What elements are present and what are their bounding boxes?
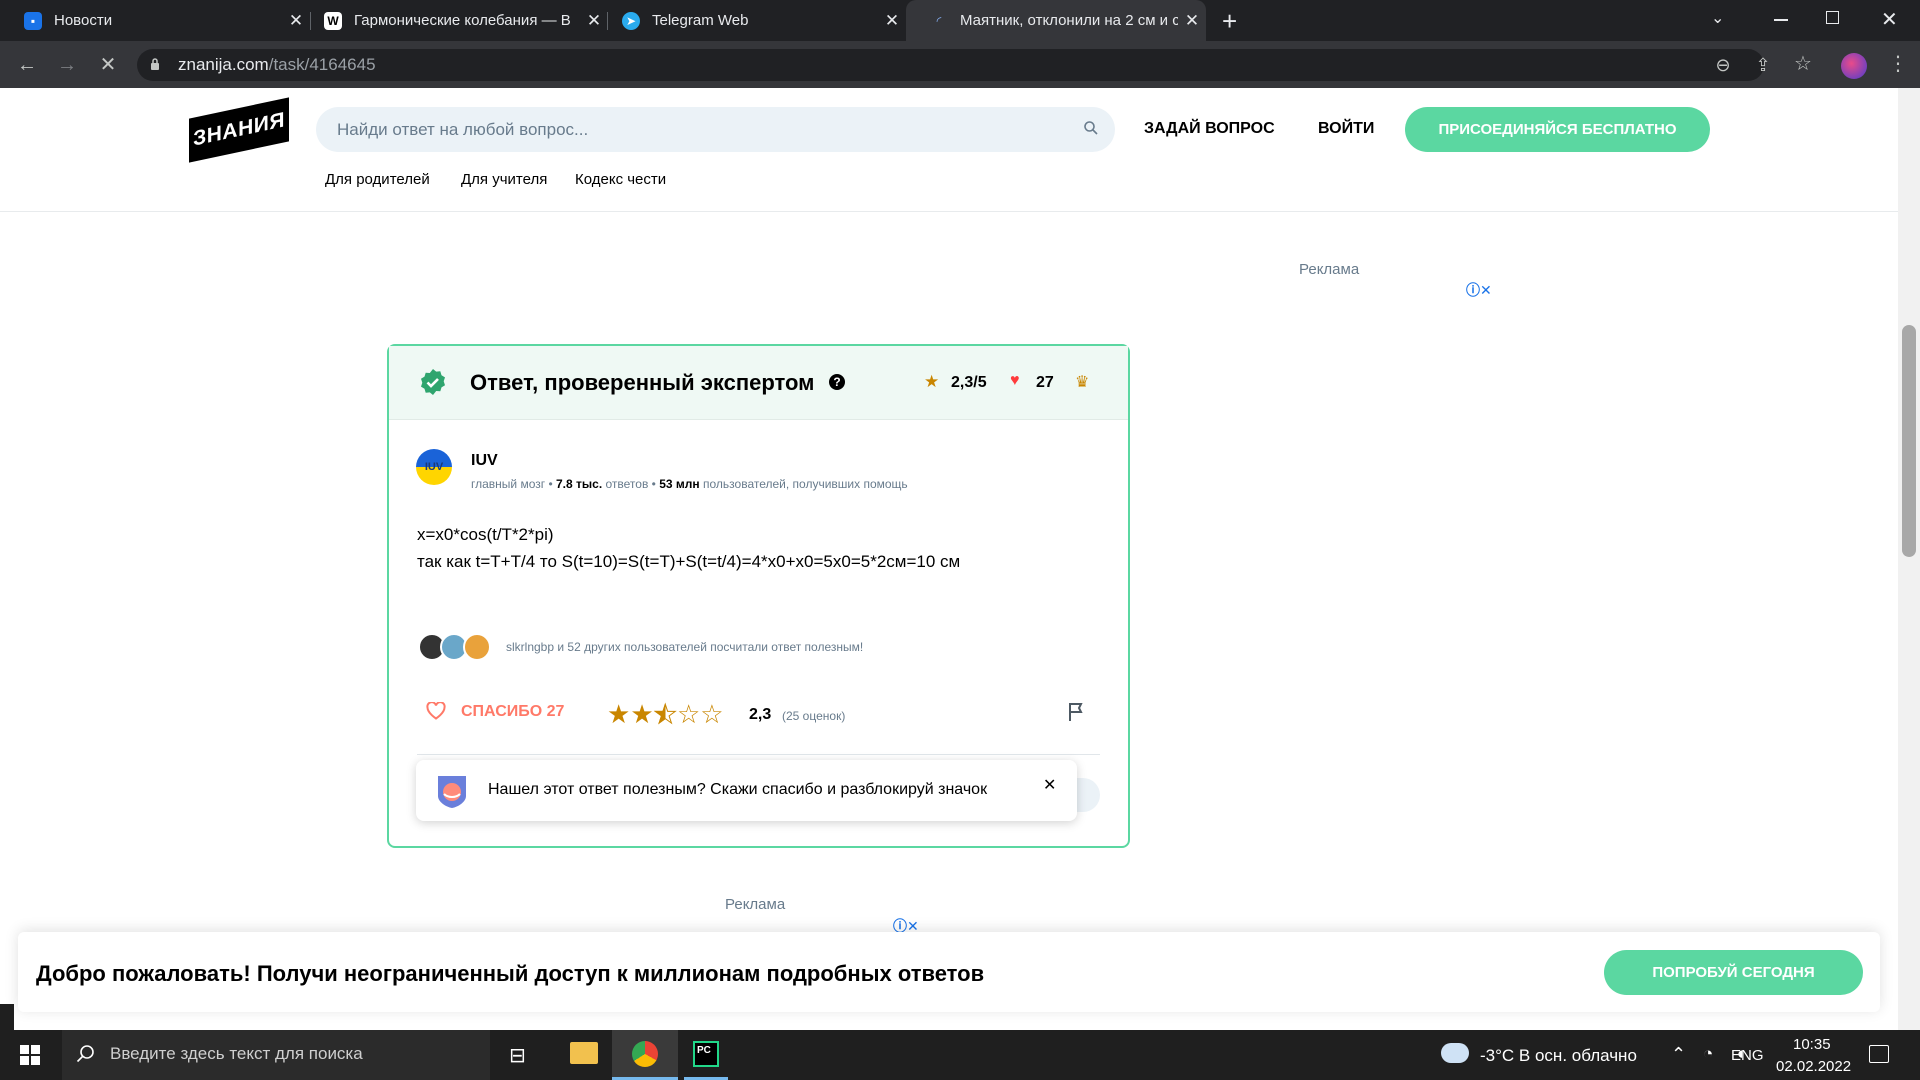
edge-marker	[0, 1004, 14, 1030]
back-icon[interactable]: ←	[15, 55, 39, 75]
scrollbar[interactable]	[1898, 88, 1920, 1030]
tab-strip: ▪ Новости ✕ W Гармонические колебания — …	[0, 0, 1920, 41]
link-teachers[interactable]: Для учителя	[461, 171, 547, 188]
banner-text: Добро пожаловать! Получи неограниченный …	[36, 961, 985, 986]
weather-text[interactable]: -3°C В осн. облачно	[1480, 1046, 1637, 1066]
search-icon	[76, 1044, 96, 1064]
file-explorer-icon[interactable]	[570, 1042, 598, 1064]
join-free-button[interactable]: ПРИСОЕДИНЯЙСЯ БЕСПЛАТНО	[1405, 107, 1710, 152]
answer-line: x=x0*cos(t/T*2*pi)	[417, 525, 554, 544]
search-icon[interactable]	[1083, 120, 1101, 138]
telegram-icon: ➤	[622, 11, 640, 30]
tab-wikipedia[interactable]: W Гармонические колебания — В ✕	[300, 0, 608, 41]
language-indicator[interactable]: ENG	[1731, 1047, 1764, 1064]
close-icon[interactable]: ✕	[878, 11, 906, 31]
heart-outline-icon[interactable]	[426, 701, 446, 720]
share-icon[interactable]: ⇪	[1751, 55, 1775, 75]
new-tab-button[interactable]: +	[1222, 8, 1237, 34]
windows-start-icon[interactable]	[20, 1045, 40, 1065]
star-full-icon[interactable]: ★	[607, 699, 630, 729]
restore-button[interactable]	[1826, 11, 1839, 24]
answer-line: так как t=T+T/4 то S(t=10)=S(t=T)+S(t=t/…	[417, 552, 961, 571]
star-full-icon[interactable]: ★	[630, 699, 653, 729]
wikipedia-icon: W	[324, 11, 342, 30]
pycharm-icon[interactable]: PC	[693, 1041, 719, 1067]
flag-icon[interactable]	[1068, 702, 1088, 722]
forward-icon[interactable]: →	[55, 55, 79, 75]
stop-icon[interactable]: ✕	[96, 55, 120, 75]
chrome-icon-center	[643, 1052, 647, 1056]
star-half-icon[interactable]: ★	[653, 699, 677, 730]
ad-label: Реклама	[725, 896, 786, 913]
help-icon[interactable]: ?	[829, 374, 845, 390]
lock-icon[interactable]	[150, 57, 160, 71]
author-name[interactable]: IUV	[471, 452, 498, 470]
badge-hands-icon	[432, 772, 472, 810]
clock-date[interactable]: 02.02.2022	[1776, 1058, 1851, 1075]
crown-icon: ♛	[1075, 374, 1090, 391]
tab-news[interactable]: ▪ Новости ✕	[0, 0, 310, 41]
ad-label: Реклама	[1299, 261, 1360, 278]
menu-icon[interactable]: ⋮	[1886, 54, 1910, 74]
clock-time[interactable]: 10:35	[1793, 1036, 1831, 1053]
divider	[417, 754, 1100, 755]
scrollbar-thumb[interactable]	[1902, 325, 1916, 557]
helpful-text: slkrlngbp и 52 других пользователей посч…	[506, 640, 864, 654]
header-rating: 2,3/5	[951, 374, 987, 391]
close-icon[interactable]: ✕	[1178, 11, 1206, 31]
zoom-icon[interactable]: ⊖	[1711, 55, 1735, 75]
chat-icon: ▪	[24, 11, 42, 30]
window-close-button[interactable]: ✕	[1881, 7, 1898, 32]
login-button[interactable]: ВОЙТИ	[1318, 120, 1374, 138]
try-today-button[interactable]: ПОПРОБУЙ СЕГОДНЯ	[1604, 950, 1863, 995]
rating-value: 2,3	[749, 706, 772, 723]
link-parents[interactable]: Для родителей	[325, 171, 430, 188]
loading-icon: ◜	[936, 13, 942, 28]
author-meta: главный мозг • 7.8 тыс. ответов • 53 млн…	[471, 477, 908, 491]
search-placeholder: Найди ответ на любой вопрос...	[337, 120, 589, 139]
weather-cloud-icon[interactable]	[1441, 1043, 1469, 1063]
header-likes: 27	[1036, 374, 1054, 391]
notifications-icon[interactable]	[1869, 1045, 1889, 1063]
task-view-icon[interactable]: ⊟	[509, 1043, 526, 1068]
star-empty-icon[interactable]: ☆	[700, 699, 723, 729]
ad-info-close-icon[interactable]: ⓘ✕	[1466, 280, 1492, 300]
toast-close-icon[interactable]: ✕	[1043, 775, 1056, 795]
ask-question-button[interactable]: ЗАДАЙ ВОПРОС	[1144, 120, 1275, 138]
author-avatar[interactable]: IUV	[416, 449, 452, 485]
rating-stars[interactable]: ★★★☆☆	[607, 699, 724, 730]
tray-chevron-icon[interactable]: ⌃	[1671, 1044, 1686, 1065]
wifi-icon[interactable]: ◔	[1703, 1044, 1713, 1064]
tab-search-icon[interactable]: ⌄	[1711, 8, 1724, 28]
profile-avatar[interactable]	[1841, 53, 1867, 79]
rating-count: (25 оценок)	[782, 709, 846, 723]
link-honor-code[interactable]: Кодекс чести	[575, 171, 666, 188]
minimize-button[interactable]	[1774, 19, 1788, 21]
heart-icon: ♥	[1010, 372, 1020, 389]
verified-badge-icon	[419, 368, 447, 396]
tab-telegram[interactable]: ➤ Telegram Web ✕	[598, 0, 906, 41]
thanks-button[interactable]: СПАСИБО 27	[461, 703, 564, 721]
toast-text: Нашел этот ответ полезным? Скажи спасибо…	[488, 781, 988, 798]
taskbar-search-placeholder: Введите здесь текст для поиска	[110, 1044, 363, 1063]
url-text[interactable]: znanija.com/task/4164645	[178, 55, 376, 75]
star-icon: ★	[924, 372, 940, 391]
star-empty-icon[interactable]: ☆	[677, 699, 700, 729]
card-title: Ответ, проверенный экспертом	[470, 370, 815, 395]
bookmark-star-icon[interactable]: ☆	[1791, 54, 1815, 74]
address-bar[interactable]	[137, 49, 1764, 81]
tab-active[interactable]: ◜ Маятник, отклонили на 2 см и с ✕	[906, 0, 1206, 41]
helper-avatar	[463, 633, 491, 661]
